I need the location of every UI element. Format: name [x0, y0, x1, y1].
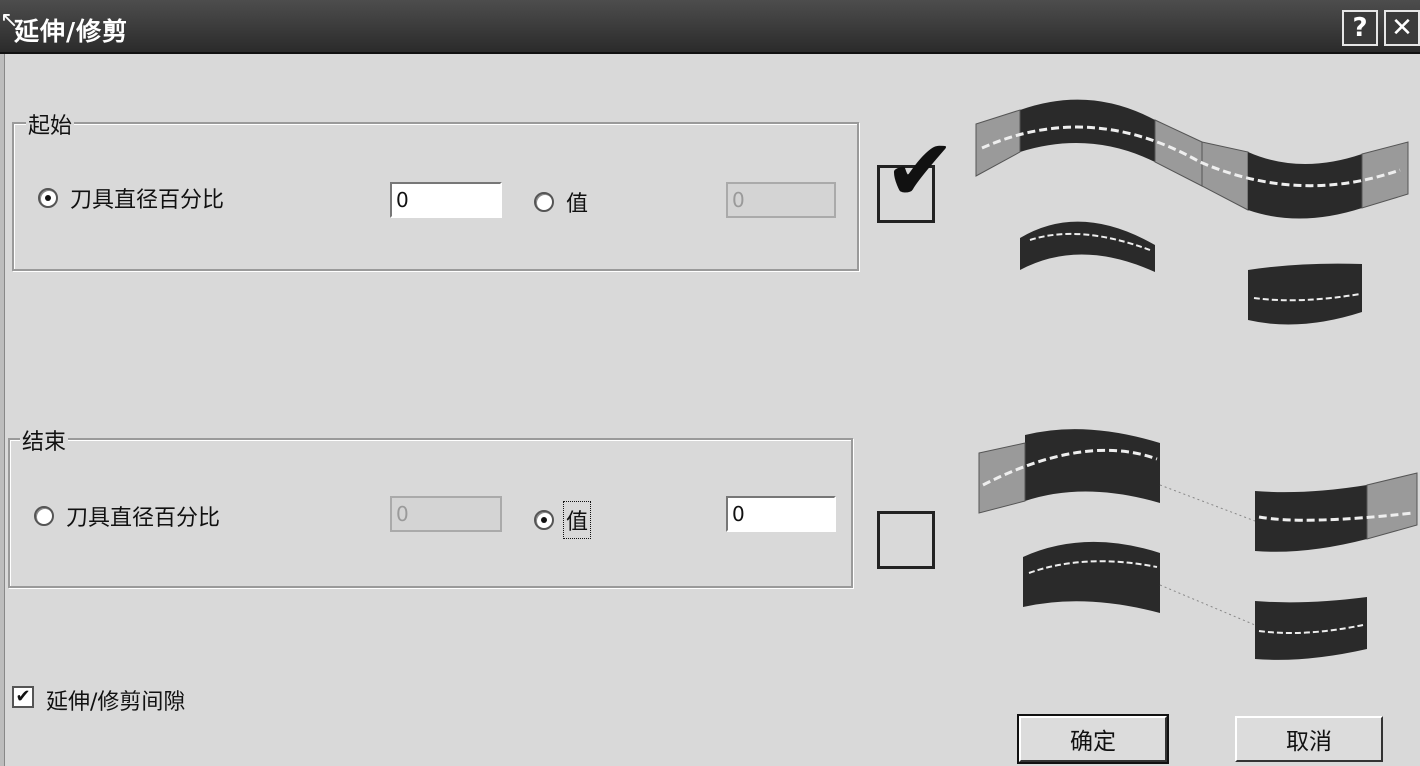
- checkmark-icon: ✔: [884, 121, 957, 221]
- start-value-input: 0: [726, 182, 836, 218]
- window-title: 延伸/修剪: [14, 17, 129, 46]
- end-value-input[interactable]: 0: [726, 496, 836, 532]
- radio-selected-dot: [541, 517, 547, 523]
- end-percent-radio[interactable]: [34, 506, 54, 526]
- end-extend-illustration: [978, 429, 1418, 660]
- gap-checkbox[interactable]: ✔: [12, 686, 34, 708]
- cancel-button[interactable]: 取消: [1235, 716, 1383, 762]
- title-bar: ↖ 延伸/修剪 ? ✕: [0, 0, 1420, 54]
- end-value-radio[interactable]: [534, 510, 554, 530]
- end-percent-label[interactable]: 刀具直径百分比: [66, 500, 220, 532]
- start-group: 起始 刀具直径百分比 0 值 0: [12, 108, 859, 271]
- start-value-label[interactable]: 值: [566, 186, 588, 218]
- end-percent-input: 0: [390, 496, 502, 532]
- start-percent-input[interactable]: 0: [390, 182, 502, 218]
- start-percent-radio[interactable]: [38, 188, 58, 208]
- start-extend-illustration: [975, 99, 1409, 325]
- start-group-legend: 起始: [26, 108, 75, 140]
- window-edge: [0, 54, 5, 766]
- start-value-radio[interactable]: [534, 192, 554, 212]
- end-group-legend: 结束: [20, 424, 69, 456]
- ok-button[interactable]: 确定: [1017, 714, 1169, 764]
- end-extend-checkbox[interactable]: [877, 511, 935, 569]
- help-button[interactable]: ?: [1342, 10, 1378, 46]
- end-value-label[interactable]: 值: [562, 501, 592, 539]
- start-percent-label[interactable]: 刀具直径百分比: [70, 182, 224, 214]
- gap-checkbox-label[interactable]: 延伸/修剪间隙: [46, 684, 185, 716]
- start-extend-checkbox[interactable]: ✔: [877, 128, 956, 223]
- end-group: 结束 刀具直径百分比 0 值 0: [8, 424, 853, 588]
- radio-selected-dot: [45, 195, 51, 201]
- close-button[interactable]: ✕: [1384, 10, 1420, 46]
